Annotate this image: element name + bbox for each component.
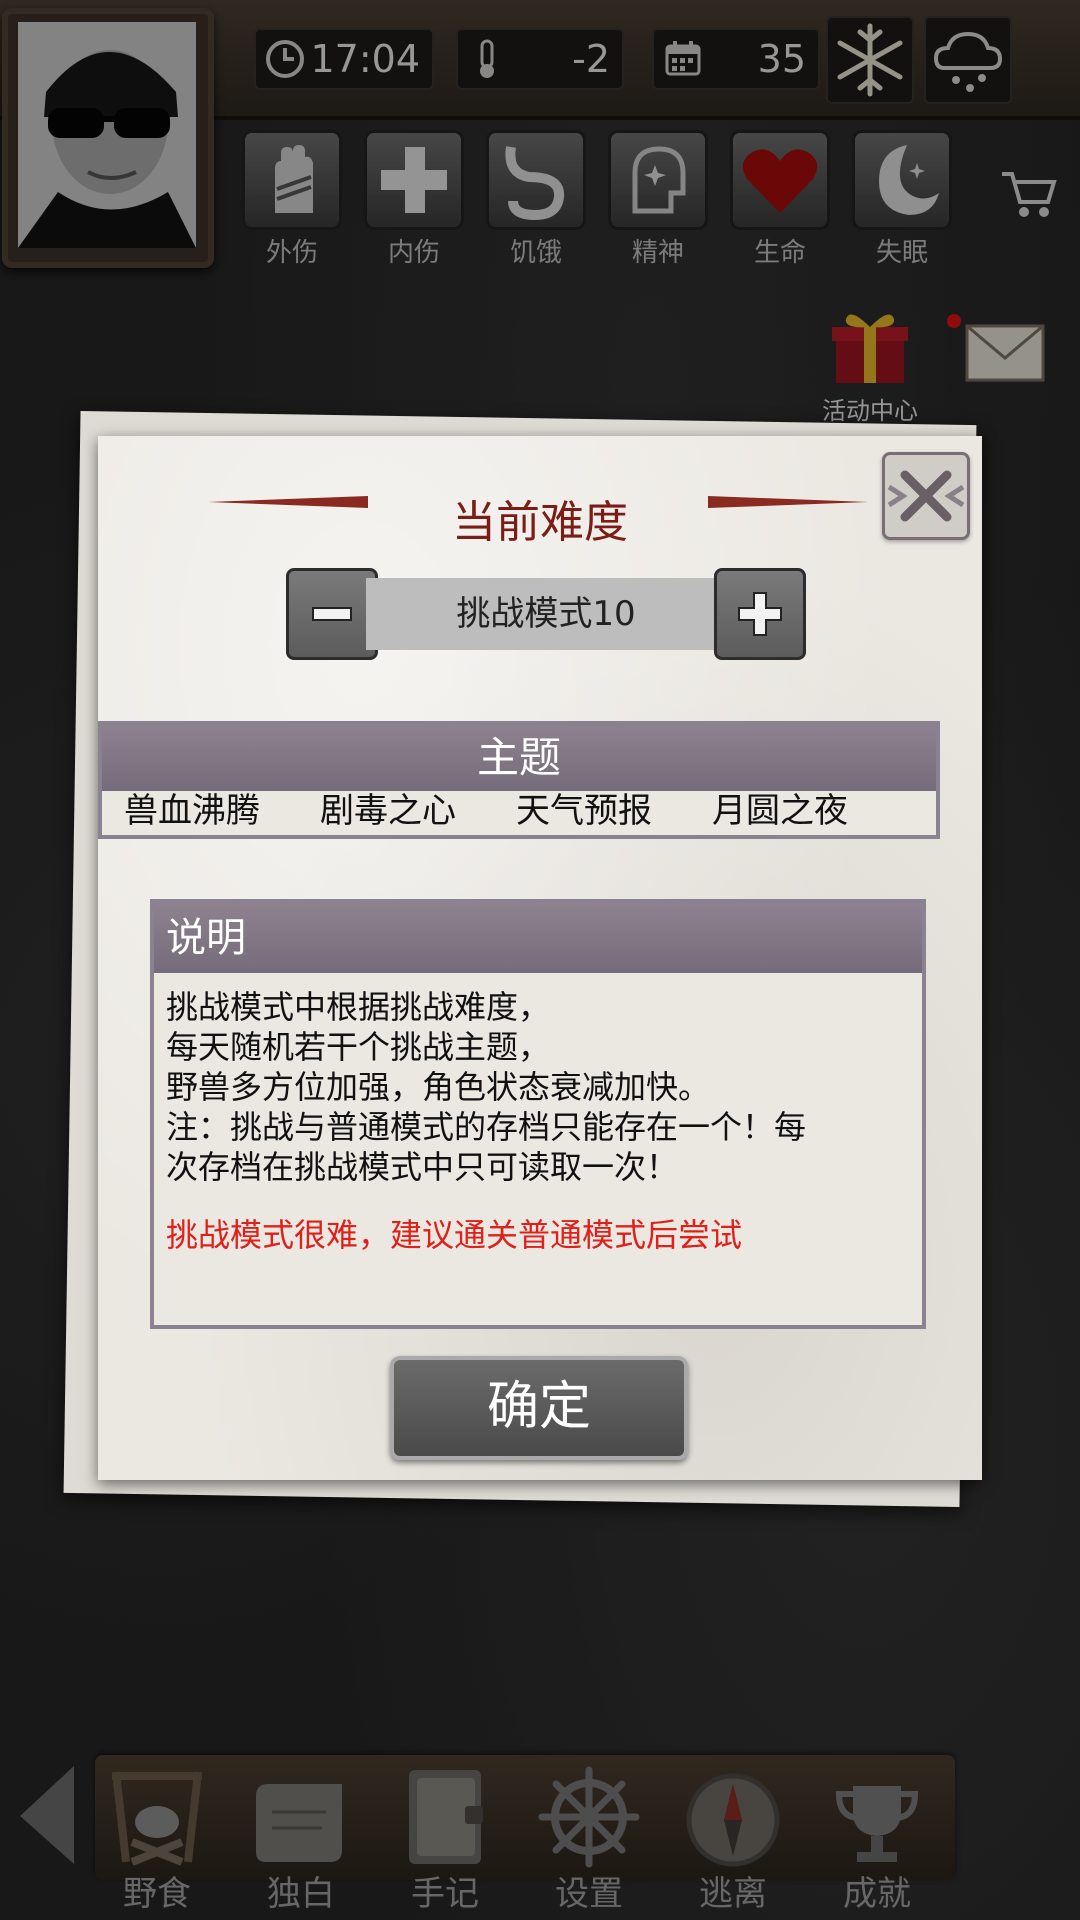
theme-header: 主题 — [102, 725, 936, 791]
close-icon — [887, 470, 965, 522]
close-button[interactable] — [882, 452, 970, 540]
difficulty-value: 挑战模式10 — [366, 578, 726, 650]
theme-item: 天气预报 — [516, 791, 652, 831]
decrease-difficulty-button[interactable] — [286, 568, 378, 660]
theme-item: 剧毒之心 — [320, 791, 456, 831]
description-line: 挑战模式中根据挑战难度， — [166, 988, 551, 1026]
description-line: 每天随机若干个挑战主题， — [166, 1028, 551, 1066]
description-line: 次存档在挑战模式中只可读取一次！ — [166, 1148, 679, 1186]
difficulty-warning: 挑战模式很难，建议通关普通模式后尝试 — [166, 1216, 743, 1254]
difficulty-dialog: 当前难度 挑战模式10 主题 兽血沸腾 剧毒之心 天气预报 月圆之夜 说明 挑战… — [98, 436, 982, 1480]
theme-panel: 主题 兽血沸腾 剧毒之心 天气预报 月圆之夜 — [98, 721, 940, 839]
title-ornament-right — [708, 496, 868, 508]
description-line: 注：挑战与普通模式的存档只能存在一个！每 — [166, 1108, 807, 1146]
description-body: 挑战模式中根据挑战难度， 每天随机若干个挑战主题， 野兽多方位加强，角色状态衰减… — [154, 973, 922, 1255]
difficulty-stepper: 挑战模式10 — [286, 568, 806, 660]
description-panel: 说明 挑战模式中根据挑战难度， 每天随机若干个挑战主题， 野兽多方位加强，角色状… — [150, 899, 926, 1329]
theme-item: 兽血沸腾 — [124, 791, 260, 831]
theme-item: 月圆之夜 — [712, 791, 848, 831]
confirm-button[interactable]: 确定 — [390, 1356, 688, 1460]
minus-icon — [312, 607, 352, 621]
increase-difficulty-button[interactable] — [714, 568, 806, 660]
description-line: 野兽多方位加强，角色状态衰减加快。 — [166, 1068, 711, 1106]
plus-icon — [738, 592, 782, 636]
description-header: 说明 — [154, 903, 922, 973]
